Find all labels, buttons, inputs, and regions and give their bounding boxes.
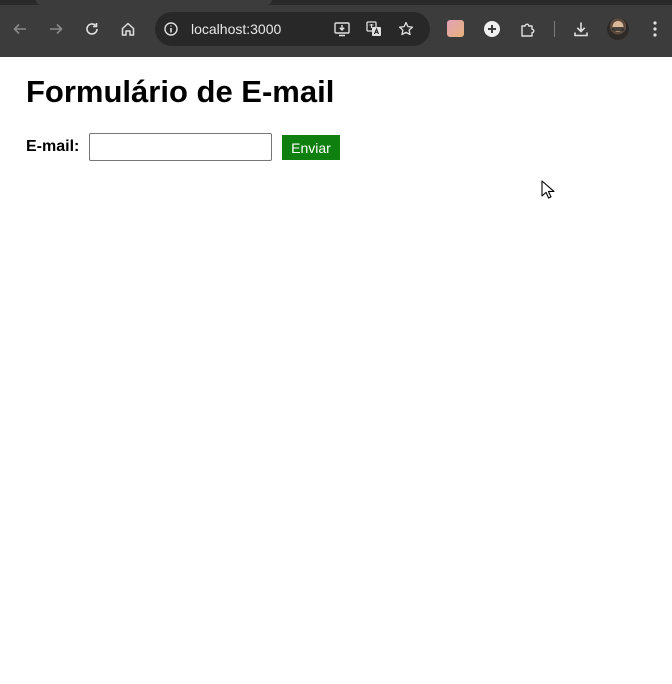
puzzle-icon[interactable]	[516, 17, 540, 41]
browser-toolbar: localhost:3000	[0, 0, 672, 57]
back-arrow-icon[interactable]	[8, 17, 32, 41]
install-app-icon[interactable]	[330, 17, 354, 41]
mouse-cursor-icon	[541, 180, 555, 199]
email-field[interactable]	[89, 133, 272, 161]
tab-strip	[0, 0, 672, 5]
reload-icon[interactable]	[80, 17, 104, 41]
star-icon[interactable]	[394, 17, 418, 41]
toolbar-separator	[554, 21, 555, 37]
url-text: localhost:3000	[191, 21, 282, 37]
submit-button[interactable]: Enviar	[282, 135, 340, 160]
info-icon[interactable]	[159, 17, 183, 41]
email-label: E-mail:	[26, 138, 80, 155]
active-tab[interactable]	[36, 0, 272, 5]
avatar[interactable]	[607, 18, 629, 40]
page-content: Formulário de E-mail E-mail: Enviar	[0, 57, 672, 684]
color-extension-icon[interactable]	[447, 20, 464, 37]
kebab-menu-icon[interactable]	[643, 17, 667, 41]
home-icon[interactable]	[116, 17, 140, 41]
plus-circle-icon[interactable]	[480, 17, 504, 41]
page-title: Formulário de E-mail	[26, 74, 335, 109]
download-icon[interactable]	[569, 17, 593, 41]
forward-arrow-icon[interactable]	[44, 17, 68, 41]
translate-icon[interactable]	[362, 17, 386, 41]
address-bar[interactable]: localhost:3000	[155, 12, 430, 46]
